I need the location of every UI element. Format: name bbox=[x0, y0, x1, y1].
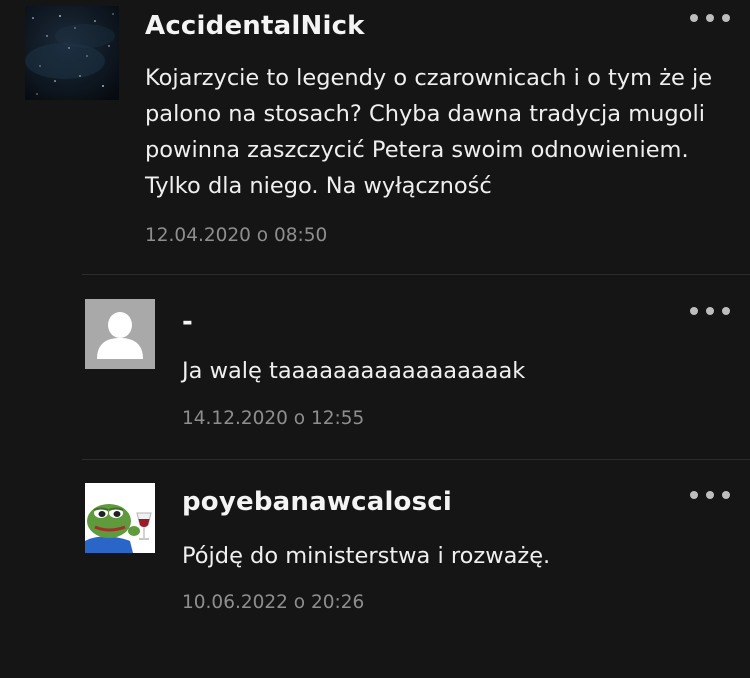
comment-options-button[interactable] bbox=[690, 8, 730, 28]
avatar[interactable] bbox=[85, 299, 155, 369]
starry-night-avatar-icon bbox=[25, 6, 119, 100]
comment-text: Pójdę do ministerstwa i rozważę. bbox=[182, 543, 551, 569]
comment-text: Kojarzycie to legendy o czarownicach i o… bbox=[145, 65, 713, 199]
comment-text: Ja walę taaaaaaaaaaaaaaaaak bbox=[182, 358, 526, 384]
comment-reply: poyebanawcalosci Pójdę do ministerstwa i… bbox=[0, 460, 750, 678]
comment-options-button[interactable] bbox=[690, 301, 730, 321]
default-user-avatar-icon bbox=[85, 299, 155, 369]
avatar[interactable] bbox=[25, 6, 119, 100]
comment-options-button[interactable] bbox=[690, 485, 730, 505]
avatar[interactable] bbox=[85, 483, 155, 553]
comment-username[interactable]: AccidentalNick bbox=[145, 11, 365, 41]
comment-timestamp: 12.04.2020 o 08:50 bbox=[145, 225, 328, 246]
comment-reply: - Ja walę taaaaaaaaaaaaaaaaak 14.12.2020… bbox=[0, 275, 750, 459]
comment-username[interactable]: poyebanawcalosci bbox=[182, 487, 452, 517]
pepe-frog-wine-avatar-icon bbox=[85, 483, 155, 553]
comment-timestamp: 10.06.2022 o 20:26 bbox=[182, 592, 365, 613]
more-horizontal-icon bbox=[690, 491, 698, 499]
comment-timestamp: 14.12.2020 o 12:55 bbox=[182, 408, 365, 429]
more-horizontal-icon bbox=[690, 14, 698, 22]
more-horizontal-icon bbox=[690, 307, 698, 315]
comment-username[interactable]: - bbox=[182, 307, 193, 337]
comment: AccidentalNick Kojarzycie to legendy o c… bbox=[0, 0, 750, 275]
